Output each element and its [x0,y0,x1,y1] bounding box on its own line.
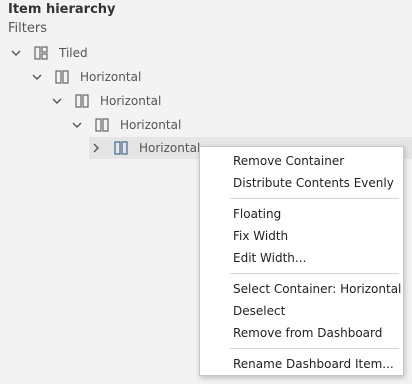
filters-label[interactable]: Filters [8,21,47,36]
menu-item-rename-dashboard-item[interactable]: Rename Dashboard Item... [200,353,403,375]
menu-item-edit-width[interactable]: Edit Width... [200,247,403,269]
horizontal-container-icon [74,94,90,108]
menu-item-deselect[interactable]: Deselect [200,300,403,322]
chevron-down-icon[interactable] [30,70,44,84]
chevron-down-icon[interactable] [70,118,84,132]
tree-item-horizontal[interactable]: Horizontal [50,90,161,112]
tree-item-label: Horizontal [80,70,142,84]
chevron-down-icon[interactable] [9,46,23,60]
menu-item-remove-from-dashboard[interactable]: Remove from Dashboard [200,322,403,344]
tree-item-tiled[interactable]: Tiled [9,42,88,64]
tree-item-label: Horizontal [139,141,201,155]
horizontal-container-icon [113,141,129,155]
tiled-layout-icon [33,46,49,60]
panel-title: Item hierarchy [8,2,116,17]
menu-separator [230,348,399,349]
menu-item-distribute-contents-evenly[interactable]: Distribute Contents Evenly [200,172,403,194]
chevron-right-icon[interactable] [89,141,103,155]
menu-item-fix-width[interactable]: Fix Width [200,225,403,247]
menu-item-select-container[interactable]: Select Container: Horizontal [200,278,403,300]
horizontal-container-icon [94,118,110,132]
menu-item-remove-container[interactable]: Remove Container [200,150,403,172]
tree-item-label: Horizontal [100,94,162,108]
context-menu: Remove Container Distribute Contents Eve… [199,146,404,376]
menu-separator [230,273,399,274]
chevron-down-icon[interactable] [50,94,64,108]
horizontal-container-icon [54,70,70,84]
menu-item-floating[interactable]: Floating [200,203,403,225]
tree-item-horizontal[interactable]: Horizontal [30,66,141,88]
menu-separator [230,198,399,199]
tree-item-label: Horizontal [120,118,182,132]
tree-item-label: Tiled [59,46,88,60]
tree-item-horizontal[interactable]: Horizontal [70,114,181,136]
